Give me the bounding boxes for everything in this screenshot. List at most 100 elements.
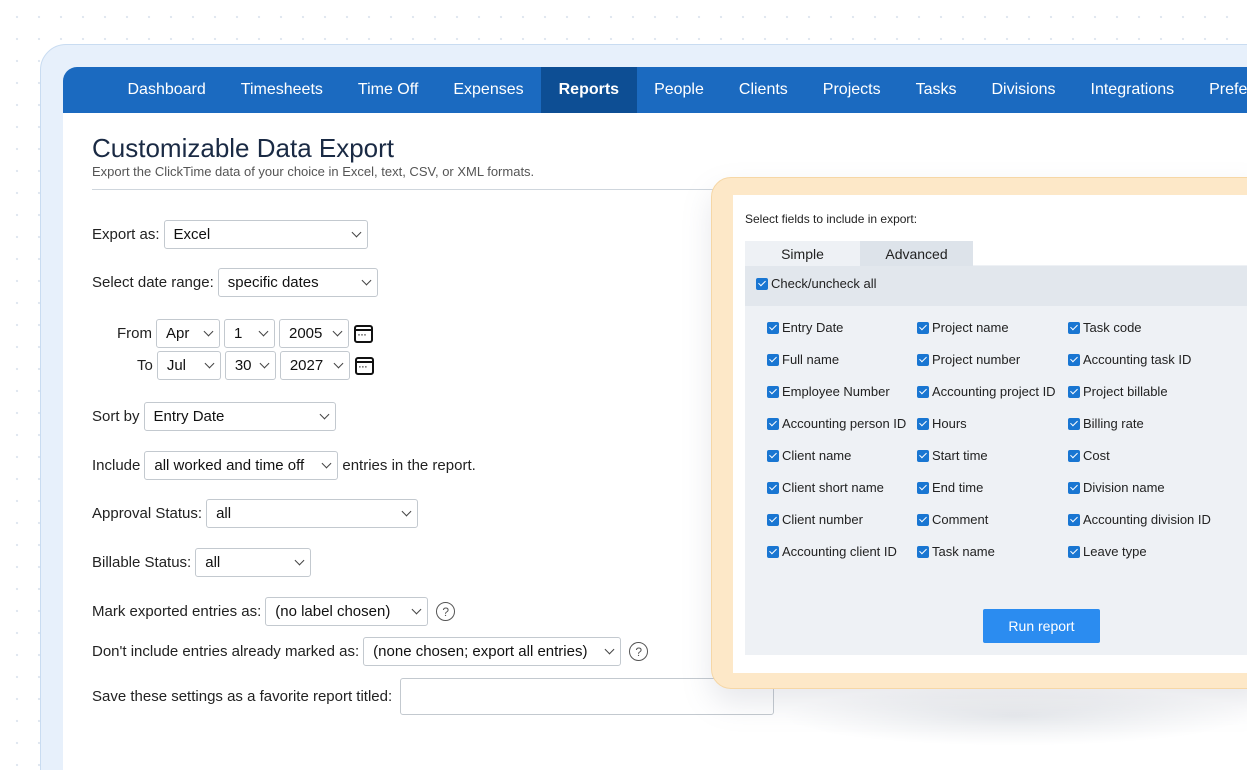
from-year-select[interactable]: 2005 bbox=[279, 319, 349, 348]
include-select[interactable]: all worked and time off bbox=[144, 451, 339, 480]
billable-value: all bbox=[205, 554, 221, 571]
checkbox-checked-icon[interactable] bbox=[767, 385, 779, 398]
field-checkbox[interactable]: Full name bbox=[767, 352, 839, 367]
field-checkbox[interactable]: Employee Number bbox=[767, 384, 890, 399]
checkbox-checked-icon[interactable] bbox=[767, 513, 779, 526]
checkbox-checked-icon[interactable] bbox=[917, 449, 929, 462]
run-report-button[interactable]: Run report bbox=[983, 609, 1100, 643]
field-checkbox[interactable]: Client name bbox=[767, 448, 851, 463]
include-row: Include all worked and time off entries … bbox=[92, 451, 476, 480]
field-checkbox[interactable]: Accounting project ID bbox=[917, 384, 1056, 399]
approval-select[interactable]: all bbox=[206, 499, 419, 528]
dont-include-select[interactable]: (none chosen; export all entries) bbox=[363, 637, 622, 666]
field-checkbox[interactable]: Client short name bbox=[767, 480, 884, 495]
to-month-select[interactable]: Jul bbox=[156, 351, 221, 380]
checkbox-checked-icon[interactable] bbox=[1068, 353, 1080, 366]
calendar-icon[interactable] bbox=[354, 324, 373, 343]
nav-projects[interactable]: Projects bbox=[805, 67, 898, 113]
field-checkbox[interactable]: Accounting division ID bbox=[1068, 512, 1211, 527]
save-row: Save these settings as a favorite report… bbox=[92, 678, 775, 715]
from-year-value: 2005 bbox=[289, 325, 323, 342]
checkbox-checked-icon[interactable] bbox=[1068, 481, 1080, 494]
field-checkbox[interactable]: Client number bbox=[767, 512, 863, 527]
checkbox-checked-icon[interactable] bbox=[1068, 449, 1080, 462]
field-checkbox[interactable]: Project name bbox=[917, 320, 1009, 335]
export-as-label: Export as: bbox=[92, 226, 160, 243]
field-checkbox[interactable]: Project billable bbox=[1068, 384, 1168, 399]
checkbox-checked-icon[interactable] bbox=[1068, 321, 1080, 334]
billable-select[interactable]: all bbox=[195, 548, 312, 577]
field-checkbox[interactable]: Accounting task ID bbox=[1068, 352, 1191, 367]
calendar-icon[interactable] bbox=[354, 356, 374, 375]
tab-simple[interactable]: Simple bbox=[745, 241, 860, 266]
nav-reports[interactable]: Reports bbox=[541, 67, 637, 113]
checkbox-checked-icon[interactable] bbox=[767, 417, 779, 430]
chevron-down-icon bbox=[361, 275, 372, 286]
sort-select[interactable]: Entry Date bbox=[143, 402, 336, 431]
nav-integrations[interactable]: Integrations bbox=[1073, 67, 1192, 113]
field-checkbox[interactable]: Billing rate bbox=[1068, 416, 1144, 431]
checkbox-checked-icon[interactable] bbox=[917, 481, 929, 494]
checkbox-checked-icon[interactable] bbox=[767, 353, 779, 366]
date-range-select[interactable]: specific dates bbox=[217, 268, 378, 297]
nav-tasks[interactable]: Tasks bbox=[898, 67, 974, 113]
field-checkbox[interactable]: Accounting person ID bbox=[767, 416, 906, 431]
field-checkbox[interactable]: Cost bbox=[1068, 448, 1110, 463]
field-checkbox[interactable]: Division name bbox=[1068, 480, 1165, 495]
field-label: Division name bbox=[1083, 480, 1165, 495]
checkbox-checked-icon[interactable] bbox=[767, 545, 779, 558]
export-as-select[interactable]: Excel bbox=[163, 220, 368, 249]
checkbox-checked-icon[interactable] bbox=[1068, 545, 1080, 558]
nav-clients[interactable]: Clients bbox=[721, 67, 805, 113]
checkbox-checked-icon[interactable] bbox=[756, 277, 768, 290]
field-checkbox[interactable]: Task name bbox=[917, 544, 995, 559]
field-checkbox[interactable]: Comment bbox=[917, 512, 988, 527]
chevron-down-icon bbox=[259, 358, 270, 369]
checkbox-checked-icon[interactable] bbox=[767, 321, 779, 334]
nav-people[interactable]: People bbox=[637, 67, 722, 113]
sort-row: Sort by Entry Date bbox=[92, 402, 336, 431]
field-checkbox[interactable]: Project number bbox=[917, 352, 1020, 367]
to-day-select[interactable]: 30 bbox=[224, 351, 276, 380]
checkbox-checked-icon[interactable] bbox=[767, 481, 779, 494]
checkbox-checked-icon[interactable] bbox=[767, 449, 779, 462]
field-checkbox[interactable]: Leave type bbox=[1068, 544, 1147, 559]
date-range-value: specific dates bbox=[227, 274, 319, 291]
to-year-select[interactable]: 2027 bbox=[279, 351, 350, 380]
include-label: Include bbox=[92, 457, 141, 474]
field-checkbox[interactable]: End time bbox=[917, 480, 983, 495]
checkbox-checked-icon[interactable] bbox=[1068, 385, 1080, 398]
check-all-checkbox[interactable]: Check/uncheck all bbox=[756, 276, 877, 291]
checkbox-checked-icon[interactable] bbox=[1068, 513, 1080, 526]
main-nav: Dashboard Timesheets Time Off Expenses R… bbox=[63, 67, 1247, 113]
checkbox-checked-icon[interactable] bbox=[917, 353, 929, 366]
from-label: From bbox=[117, 325, 152, 342]
field-checkbox[interactable]: Entry Date bbox=[767, 320, 843, 335]
field-checkbox[interactable]: Start time bbox=[917, 448, 988, 463]
export-as-row: Export as: Excel bbox=[92, 220, 368, 249]
nav-expenses[interactable]: Expenses bbox=[436, 67, 541, 113]
nav-dashboard[interactable]: Dashboard bbox=[110, 67, 223, 113]
checkbox-checked-icon[interactable] bbox=[917, 513, 929, 526]
nav-time-off[interactable]: Time Off bbox=[340, 67, 435, 113]
field-checkbox[interactable]: Task code bbox=[1068, 320, 1142, 335]
checkbox-checked-icon[interactable] bbox=[917, 417, 929, 430]
nav-divisions[interactable]: Divisions bbox=[974, 67, 1073, 113]
checkbox-checked-icon[interactable] bbox=[1068, 417, 1080, 430]
checkbox-checked-icon[interactable] bbox=[917, 321, 929, 334]
field-checkbox[interactable]: Accounting client ID bbox=[767, 544, 897, 559]
field-label: End time bbox=[932, 480, 984, 495]
nav-preferences[interactable]: Prefe bbox=[1192, 67, 1247, 113]
help-icon[interactable]: ? bbox=[436, 602, 456, 621]
from-day-select[interactable]: 1 bbox=[224, 319, 275, 348]
from-month-select[interactable]: Apr bbox=[156, 319, 220, 348]
tab-advanced[interactable]: Advanced bbox=[860, 241, 973, 266]
help-icon[interactable]: ? bbox=[629, 642, 649, 661]
field-checkbox[interactable]: Hours bbox=[917, 416, 967, 431]
checkbox-checked-icon[interactable] bbox=[917, 385, 929, 398]
save-label: Save these settings as a favorite report… bbox=[92, 688, 393, 705]
mark-select[interactable]: (no label chosen) bbox=[265, 597, 429, 626]
field-label: Billing rate bbox=[1083, 416, 1144, 431]
checkbox-checked-icon[interactable] bbox=[917, 545, 929, 558]
nav-timesheets[interactable]: Timesheets bbox=[223, 67, 340, 113]
